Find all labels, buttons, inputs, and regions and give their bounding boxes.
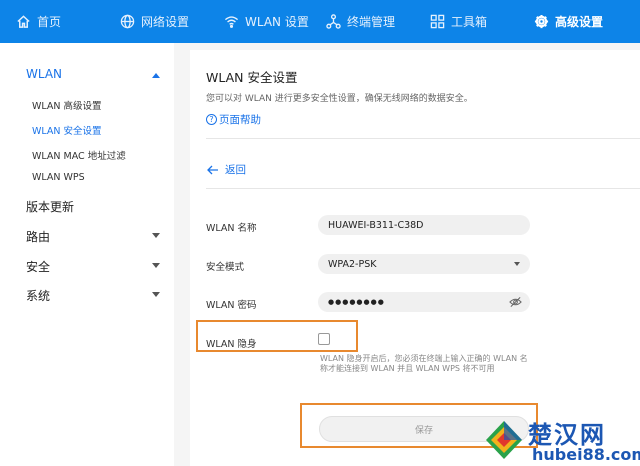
nav-network-label: 网络设置 bbox=[141, 15, 190, 29]
nav-advanced[interactable]: 高级设置 bbox=[534, 0, 603, 43]
chevron-down-icon[interactable] bbox=[152, 263, 160, 268]
wlan-hidden-note: WLAN 隐身开启后，您必须在终端上输入正确的 WLAN 名称才能连接到 WLA… bbox=[320, 354, 528, 373]
wlan-hidden-label: WLAN 隐身 bbox=[206, 339, 257, 350]
arrow-left-icon bbox=[207, 165, 218, 174]
nav-advanced-label: 高级设置 bbox=[555, 15, 604, 29]
eye-off-icon[interactable] bbox=[509, 296, 522, 308]
security-mode-label: 安全模式 bbox=[206, 262, 245, 273]
wifi-icon bbox=[224, 16, 239, 28]
home-icon bbox=[17, 15, 30, 28]
help-link-label: 页面帮助 bbox=[219, 114, 261, 126]
sidebar-item-wlan-security[interactable]: WLAN 安全设置 bbox=[32, 123, 102, 137]
watermark-logo-icon bbox=[486, 421, 522, 459]
nav-home[interactable]: 首页 bbox=[16, 0, 61, 43]
sidebar-group-security[interactable]: 安全 bbox=[26, 258, 50, 275]
nav-toolbox[interactable]: 工具箱 bbox=[430, 0, 487, 43]
sidebar-item-update[interactable]: 版本更新 bbox=[26, 198, 74, 215]
sidebar-item-wlan-mac-filter[interactable]: WLAN MAC 地址过滤 bbox=[32, 148, 126, 162]
sidebar-group-router[interactable]: 路由 bbox=[26, 228, 50, 245]
nav-network[interactable]: 网络设置 bbox=[120, 0, 189, 43]
globe-icon bbox=[120, 14, 135, 29]
wlan-password-label: WLAN 密码 bbox=[206, 300, 257, 311]
gear-icon bbox=[534, 14, 549, 29]
sidebar-item-wlan-advanced[interactable]: WLAN 高级设置 bbox=[32, 98, 102, 112]
wlan-name-value: HUAWEI-B311-C38D bbox=[328, 219, 424, 231]
watermark: 楚汉网 hubei88.com bbox=[480, 412, 640, 466]
nav-wlan[interactable]: WLAN 设置 bbox=[224, 0, 309, 43]
sidebar-item-wlan-wps[interactable]: WLAN WPS bbox=[32, 172, 85, 183]
devices-icon bbox=[326, 14, 341, 29]
wlan-password-value: ●●●●●●●● bbox=[328, 298, 385, 306]
wlan-hidden-checkbox[interactable] bbox=[318, 333, 330, 345]
page-title: WLAN 安全设置 bbox=[206, 70, 298, 85]
chevron-down-icon[interactable] bbox=[152, 233, 160, 238]
help-link[interactable]: ? 页面帮助 bbox=[206, 112, 261, 127]
nav-toolbox-label: 工具箱 bbox=[451, 15, 488, 29]
sidebar: WLAN WLAN 高级设置 WLAN 安全设置 WLAN MAC 地址过滤 W… bbox=[0, 43, 174, 466]
nav-home-label: 首页 bbox=[37, 15, 62, 29]
wlan-password-input[interactable]: ●●●●●●●● bbox=[318, 292, 530, 312]
toolbox-icon bbox=[430, 14, 445, 29]
nav-terminal[interactable]: 终端管理 bbox=[326, 0, 395, 43]
main-panel: WLAN 安全设置 您可以对 WLAN 进行更多安全性设置，确保无线网络的数据安… bbox=[190, 50, 640, 466]
page-description: 您可以对 WLAN 进行更多安全性设置，确保无线网络的数据安全。 bbox=[206, 94, 473, 104]
nav-terminal-label: 终端管理 bbox=[347, 15, 396, 29]
watermark-url: hubei88.com bbox=[532, 445, 640, 464]
sidebar-group-system[interactable]: 系统 bbox=[26, 287, 50, 304]
top-navigation: 首页 网络设置 WLAN 设置 终端管理 工具箱 高级设置 bbox=[0, 0, 640, 43]
help-icon: ? bbox=[206, 114, 217, 125]
divider bbox=[206, 138, 640, 139]
back-link[interactable]: 返回 bbox=[207, 162, 246, 177]
wlan-name-label: WLAN 名称 bbox=[206, 223, 257, 234]
chevron-up-icon[interactable] bbox=[152, 73, 160, 78]
security-mode-select[interactable]: WPA2-PSK bbox=[318, 254, 530, 274]
back-link-label: 返回 bbox=[225, 164, 246, 176]
security-mode-value: WPA2-PSK bbox=[328, 258, 377, 270]
nav-wlan-label: WLAN 设置 bbox=[245, 15, 309, 29]
wlan-name-input[interactable]: HUAWEI-B311-C38D bbox=[318, 215, 530, 235]
chevron-down-icon[interactable] bbox=[152, 292, 160, 297]
sidebar-group-wlan[interactable]: WLAN bbox=[26, 67, 62, 81]
divider bbox=[206, 188, 640, 189]
caret-down-icon bbox=[514, 262, 520, 266]
